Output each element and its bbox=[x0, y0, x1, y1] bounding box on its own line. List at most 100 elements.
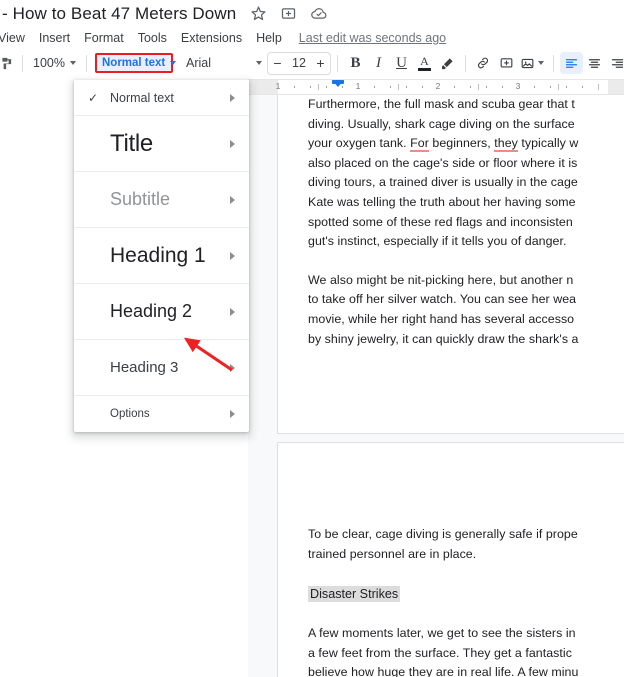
document-page-1[interactable]: Inhabitants of Murky Water Furthermore, … bbox=[278, 95, 624, 433]
font-family-value: Arial bbox=[185, 56, 211, 70]
style-menu-item-normal-text[interactable]: ✓ Normal text bbox=[74, 80, 249, 116]
ruler-tick bbox=[486, 86, 487, 88]
style-menu-item-label: Normal text bbox=[110, 90, 174, 105]
document-canvas[interactable]: Inhabitants of Murky Water Furthermore, … bbox=[248, 95, 624, 677]
paint-format-icon[interactable] bbox=[0, 52, 16, 74]
section-heading[interactable]: Disaster Strikes bbox=[308, 585, 624, 603]
italic-button[interactable]: I bbox=[367, 52, 390, 74]
paragraph[interactable]: We also might be nit-picking here, but a… bbox=[308, 271, 624, 349]
ruler-tick bbox=[374, 86, 375, 88]
ruler-major-tick bbox=[318, 84, 319, 90]
paragraph-line: To be clear, cage diving is generally sa… bbox=[308, 527, 578, 541]
text-color-swatch bbox=[417, 67, 431, 71]
ruler-tick bbox=[502, 86, 503, 88]
link-icon[interactable] bbox=[472, 52, 495, 74]
document-title[interactable]: - How to Beat 47 Meters Down bbox=[2, 4, 236, 24]
cloud-saved-icon[interactable] bbox=[310, 5, 327, 22]
ruler-number: 3 bbox=[515, 81, 521, 91]
style-menu-item-label: Title bbox=[110, 129, 153, 157]
ruler-tick bbox=[566, 86, 567, 88]
style-menu-item-label: Heading 1 bbox=[110, 243, 206, 267]
paragraph-line: by shiny jewelry, it can quickly draw th… bbox=[308, 331, 579, 346]
chevron-right-icon[interactable] bbox=[230, 139, 235, 148]
ruler-number: 1 bbox=[355, 81, 361, 91]
menu-bar: View Insert Format Tools Extensions Help… bbox=[0, 27, 624, 49]
chevron-down-icon[interactable] bbox=[537, 61, 544, 65]
page1-body: Furthermore, the full mask and scuba gea… bbox=[308, 95, 624, 349]
paragraph-line: Furthermore, the full mask and scuba gea… bbox=[308, 97, 575, 111]
paragraph-line: gut's instinct, especially if it tells y… bbox=[308, 234, 567, 249]
menu-format[interactable]: Format bbox=[77, 29, 131, 47]
chevron-right-icon[interactable] bbox=[230, 363, 235, 372]
chevron-right-icon[interactable] bbox=[230, 307, 235, 316]
paragraph[interactable]: A few moments later, we get to see the s… bbox=[308, 624, 624, 677]
increase-font-size-button[interactable]: + bbox=[311, 54, 330, 73]
style-menu-item-label: Options bbox=[110, 408, 150, 420]
document-page-2[interactable]: To be clear, cage diving is generally sa… bbox=[278, 443, 624, 677]
align-right-icon[interactable] bbox=[606, 52, 624, 74]
paragraph-style-picker[interactable]: Normal text bbox=[94, 53, 177, 73]
ruler-major-tick bbox=[598, 84, 599, 90]
move-to-folder-icon[interactable] bbox=[280, 5, 297, 22]
zoom-level-label: 100% bbox=[33, 56, 65, 70]
font-family-picker[interactable]: Arial bbox=[181, 52, 267, 74]
paragraph-line: We also might be nit-picking here, but a… bbox=[308, 272, 574, 287]
ruler-major-tick bbox=[398, 84, 399, 90]
last-edit-link[interactable]: Last edit was seconds ago bbox=[299, 31, 446, 45]
horizontal-ruler[interactable]: 1 1 2 3 bbox=[248, 79, 624, 95]
bold-button[interactable]: B bbox=[344, 52, 367, 74]
ruler-tick bbox=[326, 86, 327, 88]
title-icon-group bbox=[250, 5, 327, 22]
menu-insert[interactable]: Insert bbox=[32, 29, 77, 47]
ruler-tick bbox=[390, 86, 391, 88]
underline-button[interactable]: U bbox=[390, 52, 413, 74]
ruler-major-tick bbox=[478, 84, 479, 90]
insert-image-icon[interactable] bbox=[518, 52, 537, 74]
menu-view[interactable]: View bbox=[0, 29, 32, 47]
style-menu-item-heading-3[interactable]: Heading 3 bbox=[74, 340, 249, 396]
menu-extensions[interactable]: Extensions bbox=[174, 29, 249, 47]
paragraph-line: Kate was telling the truth about her hav… bbox=[308, 194, 576, 209]
zoom-control[interactable]: 100% bbox=[29, 54, 80, 72]
chevron-right-icon[interactable] bbox=[230, 251, 235, 260]
text-color-button[interactable]: A bbox=[413, 52, 436, 74]
highlight-pen-icon[interactable] bbox=[436, 52, 459, 74]
align-left-icon[interactable] bbox=[559, 52, 583, 74]
ruler-number: 2 bbox=[435, 81, 441, 91]
font-size-stepper: − 12 + bbox=[266, 51, 331, 75]
spelling-error: they bbox=[494, 136, 518, 153]
align-center-icon[interactable] bbox=[583, 52, 606, 74]
style-menu-item-subtitle[interactable]: Subtitle bbox=[74, 172, 249, 228]
ruler-tick bbox=[454, 86, 455, 88]
style-menu-item-heading-1[interactable]: Heading 1 bbox=[74, 228, 249, 284]
add-comment-icon[interactable] bbox=[495, 52, 518, 74]
toolbar-divider-5 bbox=[552, 54, 554, 72]
font-size-input[interactable]: 12 bbox=[287, 56, 311, 70]
ruler-tick bbox=[550, 86, 551, 88]
star-icon[interactable] bbox=[250, 5, 267, 22]
toolbar-divider-4 bbox=[464, 54, 466, 72]
chevron-right-icon[interactable] bbox=[230, 195, 235, 204]
style-menu-item-options[interactable]: Options bbox=[74, 396, 249, 432]
paragraph-line: movie, while her right hand has several … bbox=[308, 311, 575, 326]
chevron-right-icon[interactable] bbox=[230, 410, 235, 418]
paragraph-line: a few feet from the surface. They get a … bbox=[308, 645, 572, 660]
chevron-down-icon bbox=[170, 61, 177, 65]
toolbar-divider-1 bbox=[22, 54, 23, 72]
style-menu-item-title[interactable]: Title bbox=[74, 116, 249, 172]
left-indent-marker[interactable] bbox=[332, 80, 344, 87]
paragraph[interactable]: Furthermore, the full mask and scuba gea… bbox=[308, 95, 624, 252]
paragraph-line: to take off her silver watch. You can se… bbox=[308, 292, 577, 307]
paragraph-line: your oxygen tank. For beginners, they ty… bbox=[308, 136, 579, 153]
style-menu-item-label: Subtitle bbox=[110, 189, 171, 209]
paragraph-line: trained personnel are in place. bbox=[308, 546, 477, 561]
google-docs-window: - How to Beat 47 Meters Down View Insert… bbox=[0, 0, 624, 677]
decrease-font-size-button[interactable]: − bbox=[268, 54, 287, 73]
style-menu-item-heading-2[interactable]: Heading 2 bbox=[74, 284, 249, 340]
paragraph[interactable]: To be clear, cage diving is generally sa… bbox=[308, 525, 624, 564]
menu-help[interactable]: Help bbox=[249, 29, 289, 47]
spelling-error: For bbox=[410, 136, 429, 153]
heading-text: Disaster Strikes bbox=[308, 586, 401, 603]
chevron-right-icon[interactable] bbox=[230, 93, 235, 102]
menu-tools[interactable]: Tools bbox=[131, 29, 174, 47]
